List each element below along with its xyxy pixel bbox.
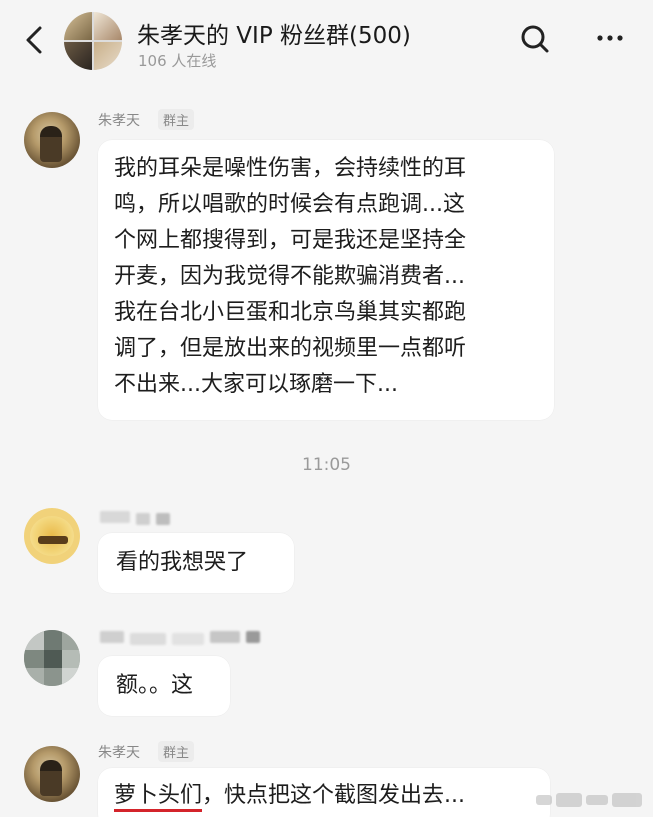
chat-screen: 朱孝天的 VIP 粉丝群(500) 106 人在线 朱孝天 群主 我的耳朵是噪性… [0,0,653,817]
blurred-sender-name [172,633,204,645]
avatar[interactable] [24,112,80,168]
message-text: 看的我想哭了 [116,550,249,575]
more-button[interactable] [594,28,630,48]
timestamp: 11:05 [302,455,351,475]
owner-badge: 群主 [158,741,195,762]
avatar-pixel [24,650,44,668]
blurred-sender-name [246,631,260,643]
blurred-sender-name [156,513,170,525]
avatar[interactable] [24,508,80,564]
blurred-sender-name [100,511,130,523]
back-button[interactable] [18,20,52,60]
search-icon [521,25,549,53]
message-text: 额。。这 [116,673,194,698]
avatar-figure [40,760,62,796]
message-bubble[interactable]: 萝卜头们，快点把这个截图发出去... [98,768,550,817]
owner-badge: 群主 [158,109,195,130]
message-text: ，快点把这个截图发出去... [202,783,465,808]
group-title[interactable]: 朱孝天的 VIP 粉丝群(500) [137,16,411,50]
highlighted-text: 萝卜头们 [114,783,203,812]
avatar-pixel [24,630,44,650]
watermark-graphic [536,793,642,807]
group-avatar-tile [64,42,92,70]
group-avatar-tile [64,12,92,40]
chat-header: 朱孝天的 VIP 粉丝群(500) 106 人在线 [0,0,653,92]
more-dots-icon [597,35,623,41]
avatar[interactable] [24,746,80,802]
avatar-pixel [62,650,80,668]
message-bubble[interactable]: 我的耳朵是噪性伤害，会持续性的耳 鸣，所以唱歌的时候会有点跑调...这 个网上都… [98,140,554,420]
avatar-pixel [44,630,62,650]
sender-name: 朱孝天 [98,745,140,761]
sender-name: 朱孝天 [98,113,140,129]
avatar-pixel [62,630,80,650]
blurred-sender-name [210,631,240,643]
avatar-pixel [24,668,44,686]
avatar-figure [40,126,62,162]
search-button[interactable] [518,22,552,56]
message-text: 我的耳朵是噪性伤害，会持续性的耳 鸣，所以唱歌的时候会有点跑调...这 个网上都… [114,156,467,397]
avatar-pixel [62,668,80,686]
message-bubble[interactable]: 看的我想哭了 [98,533,294,593]
avatar-pixel [44,650,62,668]
blurred-sender-name [100,631,124,643]
blurred-sender-name [136,513,150,525]
group-avatar[interactable] [64,12,122,70]
avatar-pixel [44,668,62,686]
online-count: 106 人在线 [138,52,217,70]
avatar[interactable] [24,630,80,686]
message-bubble[interactable]: 额。。这 [98,656,230,716]
group-avatar-tile [94,42,122,70]
avatar-blur [38,536,68,544]
group-avatar-tile [94,12,122,40]
blurred-sender-name [130,633,166,645]
chevron-left-icon [26,26,42,54]
